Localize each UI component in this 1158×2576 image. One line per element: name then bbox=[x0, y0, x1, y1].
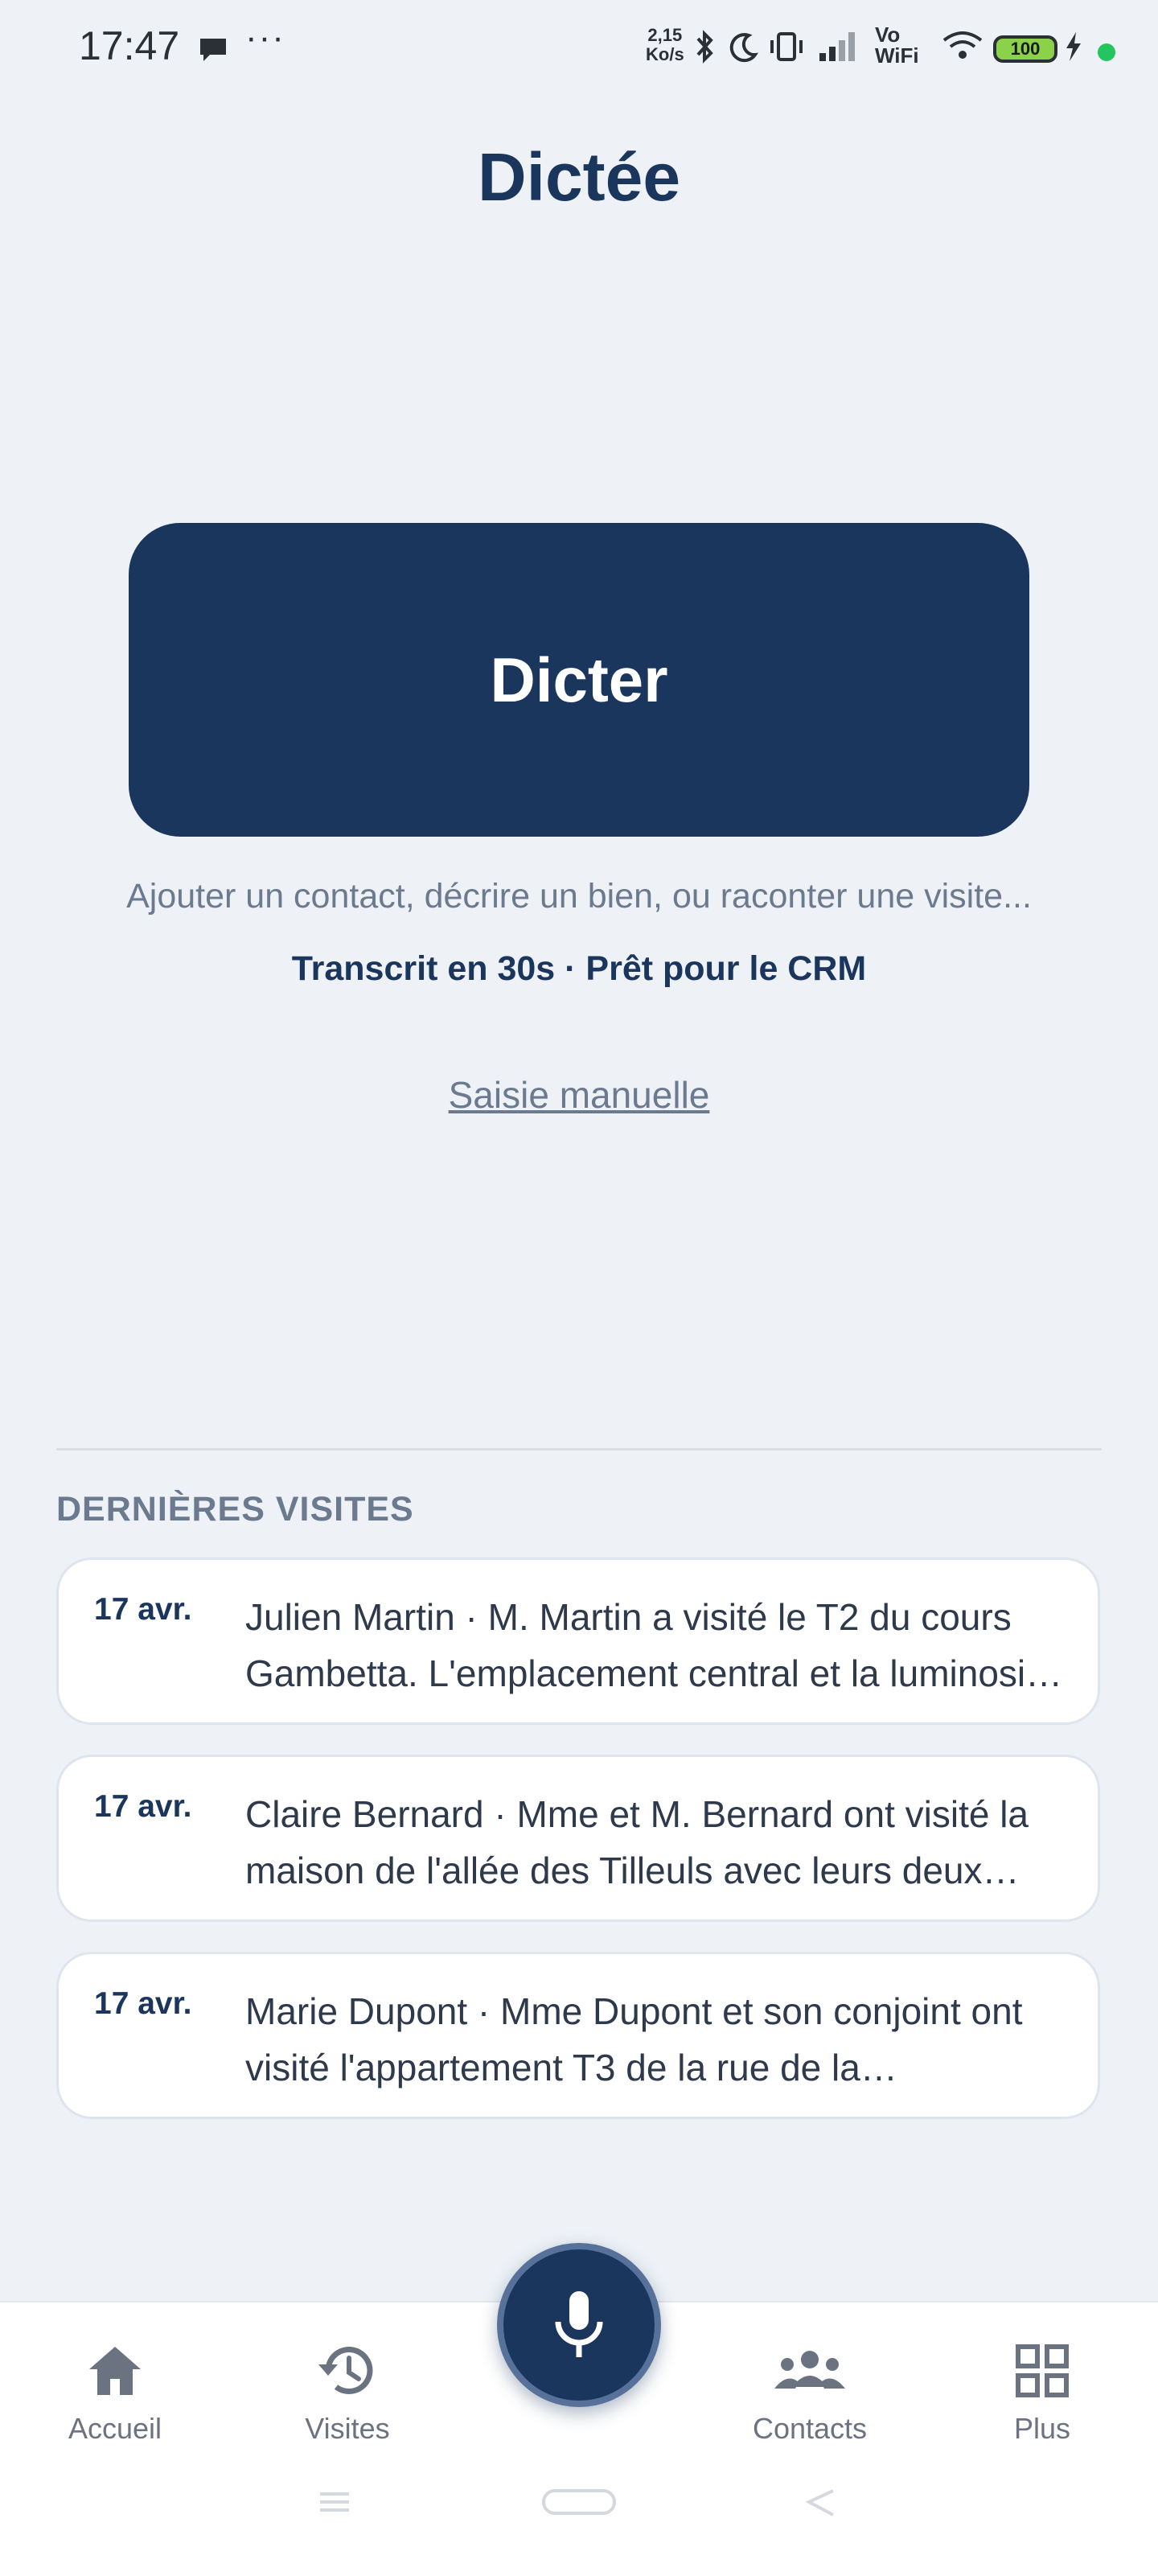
nav-label: Accueil bbox=[68, 2412, 162, 2445]
dictation-hint: Ajouter un contact, décrire un bien, ou … bbox=[126, 877, 1032, 916]
battery-indicator: 100 bbox=[993, 35, 1057, 63]
status-time: 17:47 bbox=[79, 23, 180, 68]
home-icon bbox=[27, 2335, 203, 2407]
visit-date: 17 avr. bbox=[94, 1592, 192, 1627]
dictation-tagline: Transcrit en 30s · Prêt pour le CRM bbox=[291, 949, 867, 988]
contacts-group-icon bbox=[721, 2335, 898, 2407]
page-title: Dictée bbox=[477, 139, 681, 215]
dicter-button[interactable]: Dicter bbox=[129, 523, 1029, 837]
privacy-indicator-dot bbox=[1098, 43, 1115, 61]
nav-contacts[interactable]: Contacts bbox=[721, 2335, 898, 2446]
manual-entry-container: Saisie manuelle bbox=[0, 1073, 1158, 1117]
network-speed: 2,15 Ko/s bbox=[646, 25, 684, 64]
history-icon bbox=[259, 2335, 436, 2407]
nav-label: Plus bbox=[1013, 2412, 1071, 2445]
nav-plus[interactable]: Plus bbox=[954, 2335, 1131, 2446]
nav-label: Contacts bbox=[752, 2412, 868, 2445]
visit-summary: Claire Bernard · Mme et M. Bernard ont v… bbox=[245, 1793, 1029, 1891]
vibrate-icon bbox=[768, 29, 805, 68]
status-bar: 17:47 ··· 2,15 Ko/s Vo WiFi 100 bbox=[0, 0, 1158, 97]
wifi-icon bbox=[941, 29, 984, 68]
microphone-button[interactable] bbox=[497, 2243, 661, 2407]
home-pill-icon[interactable] bbox=[540, 2486, 618, 2534]
visit-card[interactable]: 17 avr. Julien Martin · M. Martin a visi… bbox=[56, 1558, 1100, 1725]
grid-icon bbox=[954, 2335, 1131, 2407]
back-icon[interactable] bbox=[803, 2486, 841, 2534]
do-not-disturb-moon-icon bbox=[728, 29, 760, 68]
nav-accueil[interactable]: Accueil bbox=[27, 2335, 203, 2446]
bluetooth-icon bbox=[693, 29, 717, 68]
chat-bubble-icon bbox=[197, 32, 229, 68]
microphone-icon bbox=[555, 2291, 603, 2357]
nav-visites[interactable]: Visites bbox=[259, 2335, 436, 2446]
vowifi-label: Vo WiFi bbox=[875, 23, 919, 68]
nav-label: Visites bbox=[305, 2412, 390, 2445]
signal-icon bbox=[816, 29, 861, 68]
manual-entry-link[interactable]: Saisie manuelle bbox=[449, 1074, 710, 1116]
visit-summary: Julien Martin · M. Martin a visité le T2… bbox=[245, 1596, 1057, 1694]
visit-card[interactable]: 17 avr. Marie Dupont · Mme Dupont et son… bbox=[56, 1952, 1100, 2119]
visit-date: 17 avr. bbox=[94, 1986, 192, 2021]
more-notifications-icon: ··· bbox=[245, 18, 285, 57]
visit-card[interactable]: 17 avr. Claire Bernard · Mme et M. Berna… bbox=[56, 1755, 1100, 1922]
recent-apps-icon[interactable] bbox=[315, 2486, 354, 2534]
visit-date: 17 avr. bbox=[94, 1789, 192, 1824]
section-divider bbox=[56, 1448, 1102, 1451]
visit-summary: Marie Dupont · Mme Dupont et son conjoin… bbox=[245, 1990, 1023, 2088]
recent-visits-title: DERNIÈRES VISITES bbox=[56, 1490, 414, 1529]
charging-bolt-icon bbox=[1062, 29, 1086, 68]
